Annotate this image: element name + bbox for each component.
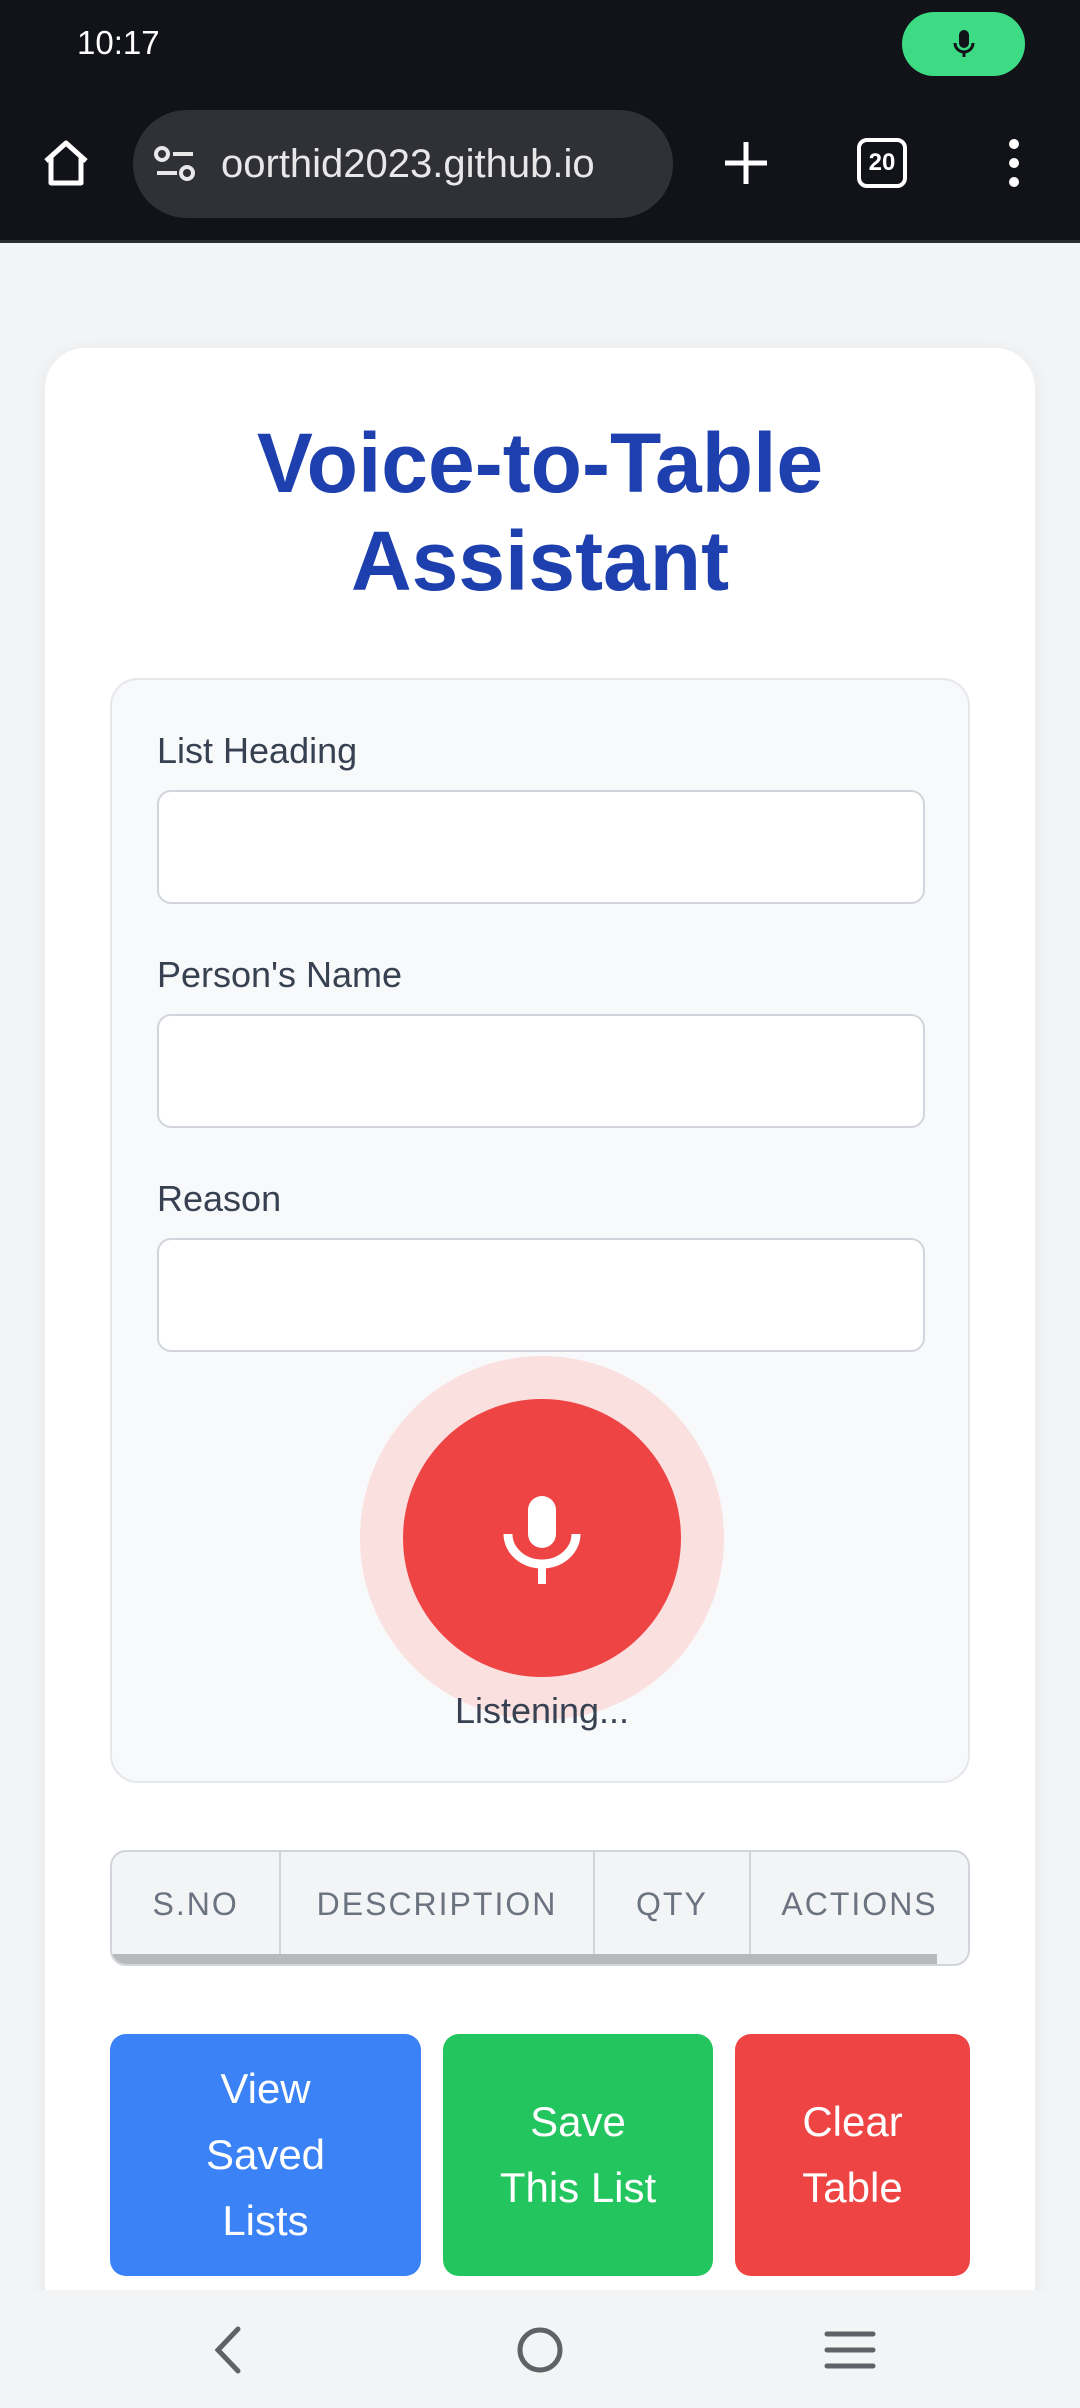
reason-input[interactable] <box>157 1238 925 1352</box>
person-name-label: Person's Name <box>157 954 402 995</box>
home-icon <box>44 140 88 186</box>
plus-icon <box>725 142 767 184</box>
column-header-actions: ACTIONS <box>781 1885 938 1922</box>
view-saved-line-2: Saved <box>205 2131 326 2178</box>
list-heading-input[interactable] <box>157 790 925 904</box>
clear-table-line-2: Table <box>802 2164 903 2211</box>
save-list-button[interactable]: Save This List <box>443 2034 713 2276</box>
nav-back-button[interactable] <box>188 2310 268 2390</box>
tab-switcher-button[interactable]: 20 <box>846 127 918 199</box>
clear-table-line-1: Clear <box>802 2098 903 2145</box>
save-list-line-2: This List <box>499 2164 657 2211</box>
reason-label: Reason <box>157 1178 282 1219</box>
title-line-1: Voice-to-Table <box>256 416 824 510</box>
home-button[interactable] <box>30 127 102 199</box>
nav-home-button[interactable] <box>500 2310 580 2390</box>
listening-status: Listening... <box>454 1690 630 1731</box>
nav-recents-button[interactable] <box>810 2310 890 2390</box>
app-card: Voice-to-Table Assistant List Heading Pe… <box>45 348 1035 2338</box>
person-name-input[interactable] <box>157 1014 925 1128</box>
table-header-row: S.NO DESCRIPTION QTY ACTIONS <box>112 1852 968 1956</box>
mic-button[interactable] <box>403 1399 681 1677</box>
recents-lines-icon <box>824 2331 876 2369</box>
items-table: S.NO DESCRIPTION QTY ACTIONS <box>110 1850 970 1966</box>
view-saved-line-3: Lists <box>222 2197 309 2244</box>
column-header-sno: S.NO <box>112 1852 282 1956</box>
save-list-label: Save This List <box>500 2089 656 2221</box>
url-bar[interactable]: oorthid2023.github.io <box>133 110 673 218</box>
save-list-line-1: Save <box>530 2098 626 2145</box>
browser-menu-button[interactable] <box>990 127 1038 199</box>
table-horizontal-scrollbar[interactable] <box>112 1954 937 1964</box>
title-line-2: Assistant <box>350 514 730 608</box>
list-heading-label: List Heading <box>157 730 358 771</box>
system-nav-bar <box>0 2290 1080 2408</box>
url-text: oorthid2023.github.io <box>221 141 595 186</box>
status-time: 10:17 <box>77 24 160 61</box>
view-saved-lists-button[interactable]: View Saved Lists <box>110 2034 421 2276</box>
new-tab-button[interactable] <box>710 127 782 199</box>
view-saved-line-1: View <box>220 2065 311 2112</box>
browser-toolbar: oorthid2023.github.io 20 <box>0 90 1080 243</box>
column-header-qty: QTY <box>595 1852 752 1956</box>
page-title: Voice-to-Table Assistant <box>45 414 1035 610</box>
tune-icon[interactable] <box>153 142 197 186</box>
clear-table-label: Clear Table <box>802 2089 902 2221</box>
back-chevron-icon <box>214 2326 241 2374</box>
mic-active-indicator[interactable] <box>902 12 1025 76</box>
form-panel: List Heading Person's Name Reason Listen… <box>110 678 970 1783</box>
microphone-icon <box>953 30 974 57</box>
status-bar: 10:17 <box>0 0 1080 90</box>
view-saved-lists-label: View Saved Lists <box>206 2056 325 2254</box>
more-vert-icon <box>1009 139 1019 187</box>
microphone-icon <box>503 1496 581 1584</box>
tab-count: 20 <box>857 138 907 188</box>
column-header-description: DESCRIPTION <box>281 1852 595 1956</box>
circle-home-icon <box>517 2327 563 2373</box>
clear-table-button[interactable]: Clear Table <box>735 2034 970 2276</box>
